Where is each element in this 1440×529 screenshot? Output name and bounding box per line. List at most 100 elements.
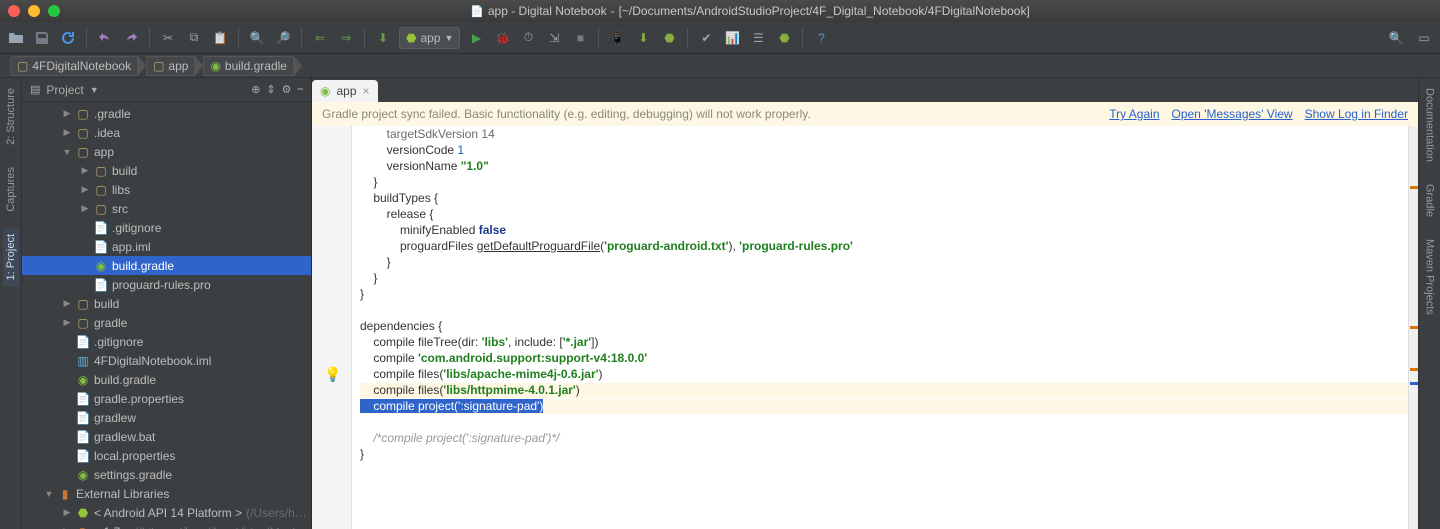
gear-icon[interactable]: ⚙ (282, 83, 292, 96)
project-mode-label: Project (46, 83, 83, 97)
right-toolwindow-stripe: Documentation Gradle Maven Projects (1418, 78, 1440, 529)
attach-icon[interactable]: ⇲ (544, 28, 564, 48)
tree-item-gitignore-app[interactable]: 📄.gitignore (22, 218, 311, 237)
scroll-from-source-icon[interactable]: ⊕ (251, 83, 260, 96)
make-icon[interactable]: ⬇ (373, 28, 393, 48)
cut-icon[interactable]: ✂ (158, 28, 178, 48)
minimize-window-button[interactable] (28, 5, 40, 17)
sdk-manager-icon[interactable]: ⬇ (633, 28, 653, 48)
code-editor[interactable]: targetSdkVersion 14 versionCode 1 versio… (352, 126, 1408, 529)
editor-area: ◉ app × Gradle project sync failed. Basi… (312, 78, 1418, 529)
gradle-icon: ◉ (320, 84, 330, 98)
tree-item-proguard-rules[interactable]: 📄proguard-rules.pro (22, 275, 311, 294)
chevron-down-icon: ▼ (90, 85, 99, 95)
hide-icon[interactable]: ⎯ (298, 83, 304, 96)
run-icon[interactable]: ▶ (466, 28, 486, 48)
window-title-main: app - Digital Notebook (488, 4, 607, 18)
tree-item-gradlew-bat[interactable]: 📄gradlew.bat (22, 427, 311, 446)
title-file-icon: 📄 (470, 5, 484, 18)
editor-tab-bar: ◉ app × (312, 78, 1418, 102)
editor-gutter[interactable]: 💡 (312, 126, 352, 529)
error-stripe[interactable] (1408, 126, 1418, 529)
tree-item-src[interactable]: ▶▢src (22, 199, 311, 218)
stop-icon[interactable]: ■ (570, 28, 590, 48)
tree-item-build-root[interactable]: ▶▢build (22, 294, 311, 313)
documentation-tab[interactable]: Documentation (1422, 82, 1438, 168)
save-all-icon[interactable] (32, 28, 52, 48)
android-icon[interactable]: ⬣ (774, 28, 794, 48)
structure-icon[interactable]: ☰ (748, 28, 768, 48)
lint-icon[interactable]: ✔ (696, 28, 716, 48)
open-messages-link[interactable]: Open 'Messages' View (1172, 107, 1293, 121)
crumb-file[interactable]: ◉build.gradle (203, 56, 294, 76)
tree-item-android-api-14[interactable]: ▶⬣< Android API 14 Platform > (/Users/h… (22, 503, 311, 522)
editor-tab-app[interactable]: ◉ app × (312, 80, 378, 102)
main-toolbar: ✂ ⧉ 📋 🔍 🔎 ⇐ ⇒ ⬇ ⬣ app ▼ ▶ 🐞 ⏱ ⇲ ■ 📱 ⬇ ⬣ … (0, 22, 1440, 54)
tree-item-app[interactable]: ▼▢app (22, 142, 311, 161)
chevron-down-icon: ▼ (445, 33, 454, 43)
profile-icon[interactable]: ⏱ (518, 28, 538, 48)
crumb-project[interactable]: ▢4FDigitalNotebook (10, 56, 138, 76)
project-view-selector[interactable]: ▤ Project ▼ ⊕ ⇕ ⚙ ⎯ (22, 78, 311, 102)
tree-item-libs[interactable]: ▶▢libs (22, 180, 311, 199)
close-tab-icon[interactable]: × (363, 84, 370, 98)
maven-tab[interactable]: Maven Projects (1422, 233, 1438, 321)
tree-item-build-gradle-root[interactable]: ◉build.gradle (22, 370, 311, 389)
debug-icon[interactable]: 🐞 (492, 28, 512, 48)
back-icon[interactable]: ⇐ (310, 28, 330, 48)
intention-bulb-icon[interactable]: 💡 (324, 366, 341, 383)
crumb-module[interactable]: ▢app (146, 56, 195, 76)
tree-item-idea[interactable]: ▶▢.idea (22, 123, 311, 142)
sync-warning-bar: Gradle project sync failed. Basic functi… (312, 102, 1418, 126)
zoom-window-button[interactable] (48, 5, 60, 17)
ddms-icon[interactable]: ⬣ (659, 28, 679, 48)
tree-item-gradle-dir[interactable]: ▶▢gradle (22, 313, 311, 332)
tree-item-project-iml[interactable]: ▥4FDigitalNotebook.iml (22, 351, 311, 370)
find-icon[interactable]: 🔍 (247, 28, 267, 48)
tree-item-local-properties[interactable]: 📄local.properties (22, 446, 311, 465)
structure-tab[interactable]: 2: Structure (3, 82, 19, 151)
tree-item-build-gradle-app[interactable]: ◉build.gradle (22, 256, 311, 275)
tree-item-gradlew[interactable]: 📄gradlew (22, 408, 311, 427)
undo-icon[interactable] (95, 28, 115, 48)
window-title-path: [~/Documents/AndroidStudioProject/4F_Dig… (619, 4, 1030, 18)
forward-icon[interactable]: ⇒ (336, 28, 356, 48)
show-log-link[interactable]: Show Log in Finder (1305, 107, 1408, 121)
tree-item-jdk-17[interactable]: ▶▮< 1.7 > (/Library/Java/JavaVirtualMach… (22, 522, 311, 529)
android-icon: ⬣ (406, 31, 416, 45)
redo-icon[interactable] (121, 28, 141, 48)
run-config-label: app (420, 31, 440, 45)
left-toolwindow-stripe: 2: Structure Captures 1: Project (0, 78, 22, 529)
tree-item-app-iml[interactable]: 📄app.iml (22, 237, 311, 256)
collapse-all-icon[interactable]: ⇕ (266, 83, 275, 96)
paste-icon[interactable]: 📋 (210, 28, 230, 48)
project-sidebar: ▤ Project ▼ ⊕ ⇕ ⚙ ⎯ ▶▢.gradle ▶▢.idea ▼▢… (22, 78, 312, 529)
navigation-breadcrumb: ▢4FDigitalNotebook ▢app ◉build.gradle (0, 54, 1440, 78)
tree-item-gradle-properties[interactable]: 📄gradle.properties (22, 389, 311, 408)
tree-item-gradle-dot[interactable]: ▶▢.gradle (22, 104, 311, 123)
settings-icon[interactable]: ▭ (1414, 28, 1434, 48)
close-window-button[interactable] (8, 5, 20, 17)
project-tab[interactable]: 1: Project (3, 228, 19, 286)
captures-tab[interactable]: Captures (3, 161, 19, 218)
project-tree[interactable]: ▶▢.gradle ▶▢.idea ▼▢app ▶▢build ▶▢libs ▶… (22, 102, 311, 529)
try-again-link[interactable]: Try Again (1109, 107, 1159, 121)
replace-icon[interactable]: 🔎 (273, 28, 293, 48)
tree-item-build-dir[interactable]: ▶▢build (22, 161, 311, 180)
open-icon[interactable] (6, 28, 26, 48)
help-icon[interactable]: ? (811, 28, 831, 48)
window-titlebar: 📄 app - Digital Notebook - [~/Documents/… (0, 0, 1440, 22)
editor-tab-label: app (336, 84, 356, 98)
copy-icon[interactable]: ⧉ (184, 28, 204, 48)
run-config-selector[interactable]: ⬣ app ▼ (399, 27, 460, 49)
avd-manager-icon[interactable]: 📱 (607, 28, 627, 48)
project-mode-icon: ▤ (30, 83, 40, 96)
search-everywhere-icon[interactable]: 🔍 (1386, 28, 1406, 48)
sync-icon[interactable] (58, 28, 78, 48)
tree-item-external-libs[interactable]: ▼▮External Libraries (22, 484, 311, 503)
tree-item-settings-gradle[interactable]: ◉settings.gradle (22, 465, 311, 484)
tree-item-gitignore-root[interactable]: 📄.gitignore (22, 332, 311, 351)
monitor-icon[interactable]: 📊 (722, 28, 742, 48)
warning-message: Gradle project sync failed. Basic functi… (322, 107, 811, 121)
gradle-tab[interactable]: Gradle (1422, 178, 1438, 223)
